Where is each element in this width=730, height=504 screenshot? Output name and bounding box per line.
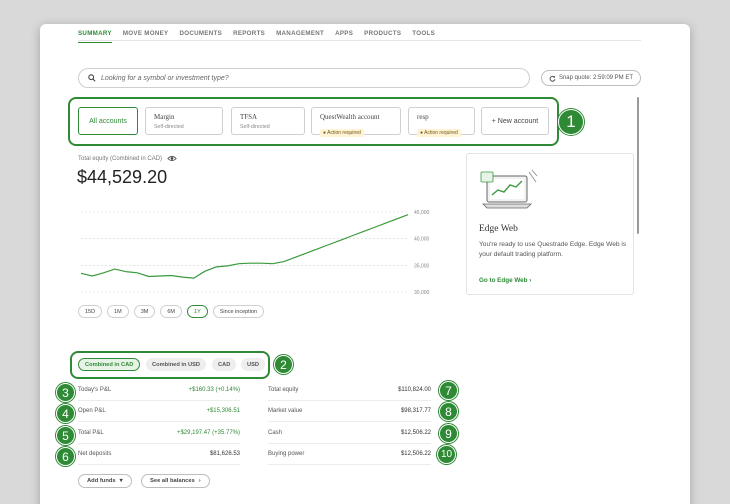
eye-icon[interactable]: [167, 155, 177, 162]
edge-web-title: Edge Web: [479, 224, 518, 234]
row-value: +$15,306.51: [206, 408, 240, 414]
row-label: Open P&L: [78, 408, 106, 414]
equity-label: Total equity (Combined in CAD): [78, 155, 177, 162]
chevron-down-icon: ▾: [119, 478, 123, 484]
see-all-balances-button[interactable]: See all balances ›: [141, 474, 210, 488]
equity-series-line: [80, 214, 409, 279]
range-6m[interactable]: 6M: [160, 305, 183, 318]
chevron-right-icon: ›: [198, 478, 201, 484]
search-placeholder: Looking for a symbol or investment type?: [101, 74, 229, 82]
callout-1: 1: [558, 109, 584, 135]
callout-5: 5: [56, 426, 75, 445]
equity-chart: 45,000 40,000 35,000 30,000: [80, 210, 430, 296]
row-value: $12,506.22: [400, 451, 431, 457]
cash-row: Cash $12,506.22: [268, 430, 431, 444]
nav-management[interactable]: MANAGEMENT: [276, 30, 324, 43]
currency-combined-usd[interactable]: Combined in USD: [146, 358, 207, 371]
account-name: TFSA: [240, 113, 258, 121]
account-resp[interactable]: resp ● Action required: [408, 107, 475, 137]
open-pnl-row: Open P&L +$15,306.51: [78, 408, 240, 422]
row-value: $81,626.53: [209, 451, 240, 457]
nav-products[interactable]: PRODUCTS: [364, 30, 401, 43]
nav-move-money[interactable]: MOVE MONEY: [123, 30, 169, 43]
range-selector: 15D 1M 3M 6M 1Y Since inception: [78, 305, 265, 318]
account-name: QuestWealth account: [320, 113, 380, 121]
y-tick-label: 30,000: [414, 290, 430, 296]
row-label: Total P&L: [78, 430, 104, 436]
account-name: All accounts: [89, 117, 127, 125]
refresh-icon: [549, 75, 556, 82]
add-funds-button[interactable]: Add funds ▾: [78, 474, 132, 488]
action-required-badge: ● Action required: [320, 129, 364, 137]
row-label: Market value: [268, 408, 303, 414]
market-value-row: Market value $98,317.77: [268, 408, 431, 422]
go-to-edge-web-link[interactable]: Go to Edge Web ›: [479, 277, 531, 284]
range-1m[interactable]: 1M: [107, 305, 129, 318]
nav-apps[interactable]: APPS: [335, 30, 353, 43]
todays-pnl-row: Today's P&L +$160.33 (+0.14%): [78, 387, 240, 401]
callout-7: 7: [439, 381, 458, 400]
account-questwealth[interactable]: QuestWealth account ● Action required: [311, 107, 401, 137]
top-nav: SUMMARY MOVE MONEY DOCUMENTS REPORTS MAN…: [78, 30, 446, 43]
see-all-balances-label: See all balances: [150, 478, 195, 484]
action-required-badge: ● Action required: [417, 129, 461, 137]
edge-web-description: You're ready to use Questrade Edge. Edge…: [479, 241, 627, 258]
currency-cad[interactable]: CAD: [212, 358, 237, 371]
row-label: Total equity: [268, 387, 299, 393]
nav-reports[interactable]: REPORTS: [233, 30, 265, 43]
callout-9: 9: [439, 424, 458, 443]
total-equity-row: Total equity $110,824.00: [268, 387, 431, 401]
buying-power-row: Buying power $12,506.22: [268, 451, 431, 465]
net-deposits-row: Net deposits $81,626.53: [78, 451, 240, 465]
snap-quote-label: Snap quote: 2:59:09 PM ET: [558, 75, 634, 81]
currency-combined-cad[interactable]: Combined in CAD: [78, 358, 141, 371]
y-tick-label: 40,000: [414, 237, 430, 243]
y-tick-label: 45,000: [414, 210, 430, 216]
add-funds-label: Add funds: [87, 478, 116, 484]
total-pnl-row: Total P&L +$29,197.47 (+35.77%): [78, 430, 240, 444]
row-label: Today's P&L: [78, 387, 112, 393]
nav-documents[interactable]: DOCUMENTS: [179, 30, 222, 43]
range-3m[interactable]: 3M: [133, 305, 156, 318]
nav-divider: [78, 40, 641, 41]
range-1y[interactable]: 1Y: [187, 305, 208, 318]
account-name: Margin: [154, 113, 175, 121]
new-account-button[interactable]: + New account: [481, 107, 549, 135]
row-value: $98,317.77: [400, 408, 431, 414]
nav-summary[interactable]: SUMMARY: [78, 30, 112, 43]
callout-3: 3: [56, 383, 75, 402]
scrollbar[interactable]: [637, 97, 639, 234]
currency-usd[interactable]: USD: [241, 358, 266, 371]
row-label: Buying power: [268, 451, 305, 457]
row-value: +$160.33 (+0.14%): [188, 387, 240, 393]
account-tfsa[interactable]: TFSA Self-directed: [231, 107, 305, 135]
callout-10: 10: [437, 445, 456, 464]
search-icon: [88, 74, 96, 82]
equity-value: $44,529.20: [77, 167, 168, 187]
callout-4: 4: [56, 404, 75, 423]
row-value: $110,824.00: [398, 387, 431, 393]
nav-tools[interactable]: TOOLS: [412, 30, 435, 43]
range-15d[interactable]: 15D: [78, 305, 103, 318]
account-type: Self-directed: [240, 124, 270, 130]
row-value: $12,506.22: [400, 430, 431, 436]
snap-quote-button[interactable]: Snap quote: 2:59:09 PM ET: [541, 70, 641, 86]
search-input[interactable]: Looking for a symbol or investment type?: [78, 68, 530, 88]
equity-label-text: Total equity (Combined in CAD): [78, 155, 163, 162]
callout-8: 8: [439, 402, 458, 421]
new-account-label: + New account: [491, 117, 539, 125]
laptop-chart-illustration: [480, 169, 538, 209]
account-type: Self-directed: [154, 124, 184, 130]
account-margin[interactable]: Margin Self-directed: [145, 107, 223, 135]
range-since-inception[interactable]: Since inception: [212, 305, 265, 318]
account-name: resp: [417, 113, 429, 121]
callout-2: 2: [274, 355, 293, 374]
edge-web-card: Edge Web You're ready to use Questrade E…: [466, 153, 634, 295]
row-value: +$29,197.47 (+35.77%): [176, 430, 240, 436]
callout-6: 6: [56, 447, 75, 466]
row-label: Net deposits: [78, 451, 112, 457]
account-all[interactable]: All accounts: [78, 107, 138, 135]
y-tick-label: 35,000: [414, 263, 430, 269]
row-label: Cash: [268, 430, 283, 436]
